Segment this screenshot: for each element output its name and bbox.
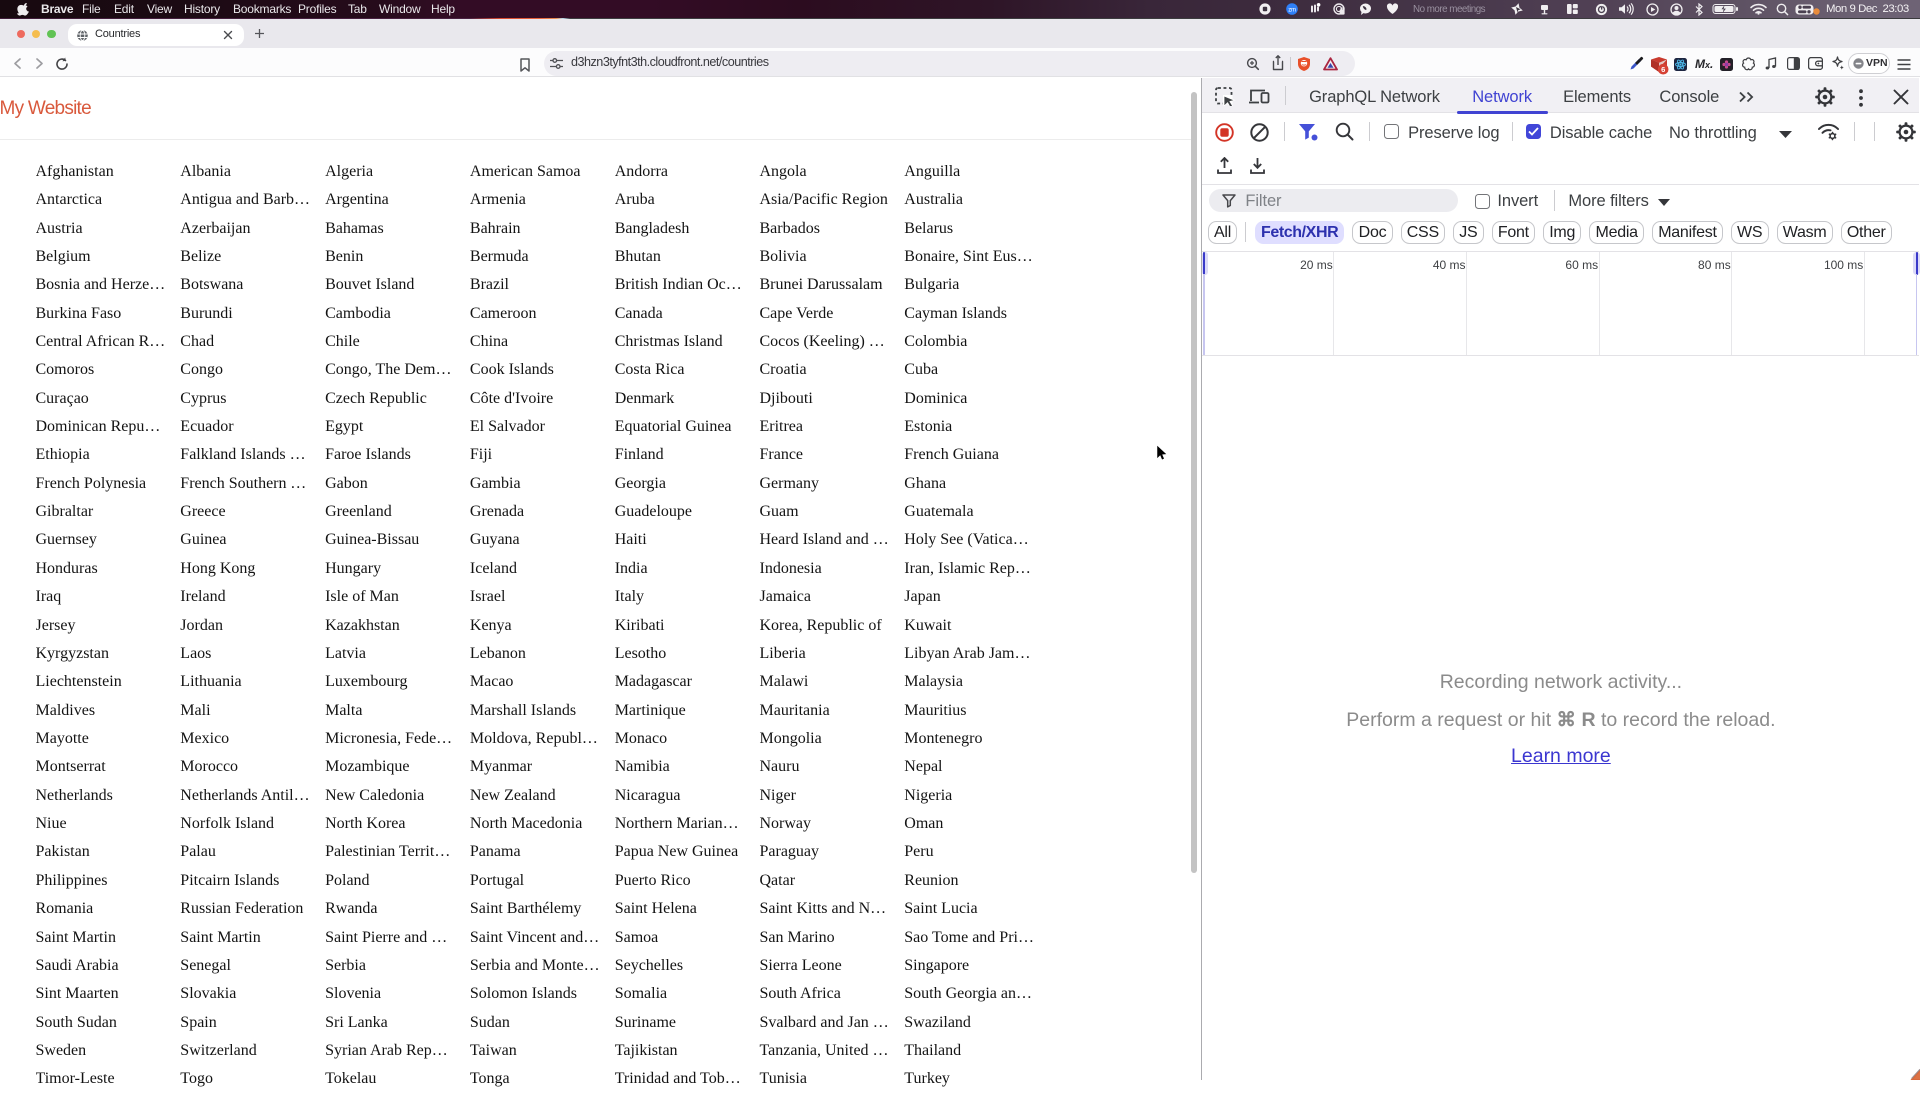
svg-text:6: 6 — [1661, 65, 1665, 74]
svg-text:zm: zm — [1288, 7, 1296, 13]
